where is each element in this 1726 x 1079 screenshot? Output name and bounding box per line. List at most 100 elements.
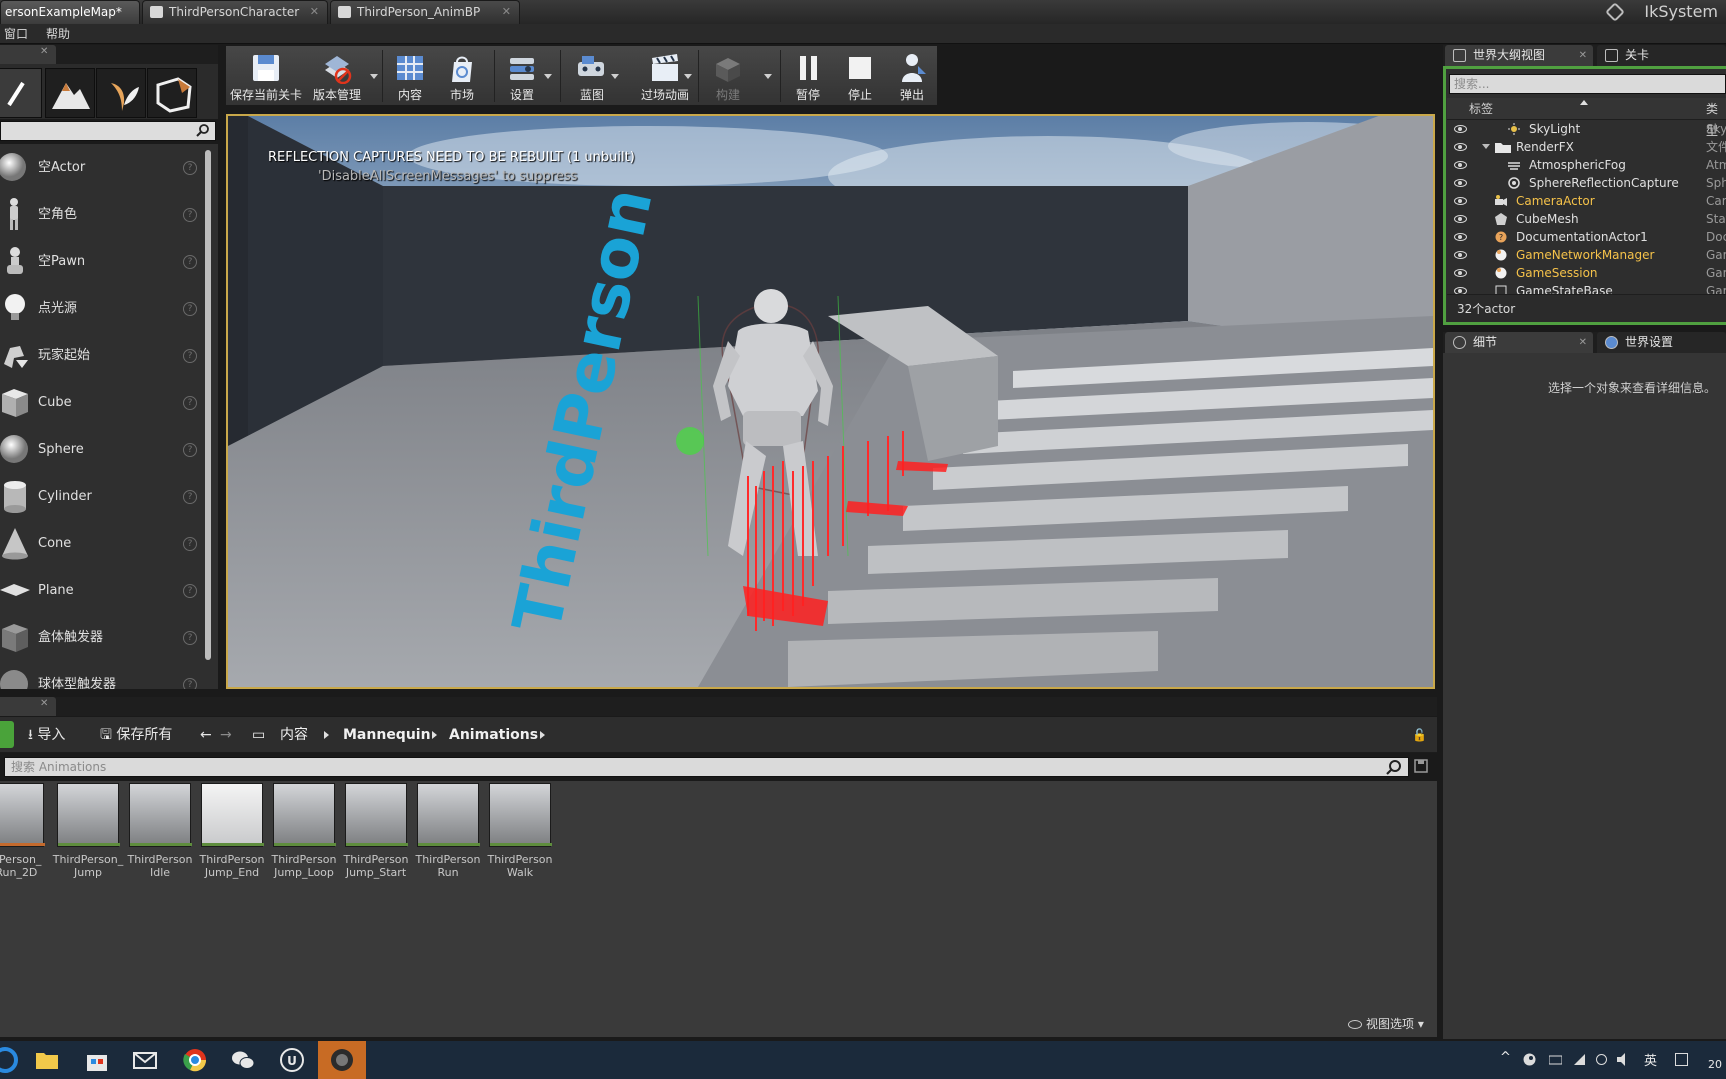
chevron-right-icon[interactable] [432, 731, 437, 739]
help-icon[interactable]: ? [183, 255, 197, 269]
foliage-mode-button[interactable] [96, 68, 146, 118]
place-item[interactable]: 玩家起始 ? [0, 332, 204, 379]
help-icon[interactable]: ? [183, 443, 197, 457]
close-icon[interactable]: ✕ [310, 1, 319, 23]
chevron-up-icon[interactable]: ^ [1500, 1050, 1511, 1065]
outliner-search-input[interactable]: 搜索... [1449, 74, 1726, 94]
ime-mode-icon[interactable] [1595, 1053, 1608, 1066]
chevron-right-icon[interactable] [324, 731, 329, 739]
help-icon[interactable]: ? [183, 349, 197, 363]
save-level-button[interactable]: 保存当前关卡 [228, 46, 304, 107]
eye-icon[interactable] [1454, 125, 1467, 133]
chevron-right-icon[interactable] [540, 731, 545, 739]
store-icon[interactable] [84, 1047, 110, 1073]
eye-icon[interactable] [1454, 161, 1467, 169]
content-button[interactable]: 内容 [384, 46, 436, 107]
eye-icon[interactable] [1454, 287, 1467, 294]
keyboard-icon[interactable] [1549, 1053, 1562, 1066]
close-icon[interactable]: ✕ [40, 698, 48, 709]
tab-thirdperson-character[interactable]: ThirdPersonCharacter ✕ [142, 0, 328, 24]
chevron-down-icon[interactable] [764, 74, 772, 79]
close-icon[interactable]: ✕ [1579, 45, 1587, 66]
file-explorer-icon[interactable] [34, 1047, 60, 1073]
eye-icon[interactable] [1454, 269, 1467, 277]
network-icon[interactable] [1573, 1053, 1586, 1066]
app-icon[interactable] [329, 1047, 355, 1073]
volume-icon[interactable] [1617, 1053, 1630, 1066]
back-button[interactable]: ← [200, 717, 212, 753]
help-icon[interactable]: ? [183, 678, 197, 689]
outliner-row[interactable]: RenderFX 文件 [1447, 138, 1726, 156]
lock-icon[interactable]: 🔓 [1412, 717, 1427, 753]
level-viewport[interactable]: ThirdPerson REFLECTION CAPTURES NEED TO … [226, 114, 1435, 689]
place-item[interactable]: 空Pawn ? [0, 238, 204, 285]
eye-icon[interactable] [1454, 143, 1467, 151]
chevron-down-icon[interactable] [684, 74, 692, 79]
input-language[interactable]: 英 [1644, 1050, 1657, 1069]
column-label[interactable]: 标签 [1469, 98, 1493, 120]
help-icon[interactable]: ? [183, 490, 197, 504]
eye-icon[interactable] [1454, 251, 1467, 259]
tab-world-outliner[interactable]: 世界大纲视图 ✕ [1445, 45, 1593, 66]
help-icon[interactable]: ? [183, 396, 197, 410]
breadcrumb-content[interactable]: 内容 [280, 717, 308, 753]
eye-icon[interactable] [1454, 179, 1467, 187]
asset-search-input[interactable]: 搜索 Animations [4, 757, 1409, 777]
place-mode-button[interactable] [0, 68, 42, 118]
breadcrumb-mannequin[interactable]: Mannequin [343, 717, 431, 753]
menu-window[interactable]: 窗口 [4, 24, 28, 44]
import-button[interactable]: ⭳ 导入 [28, 717, 65, 753]
stop-button[interactable]: 停止 [834, 46, 886, 107]
help-icon[interactable]: ? [183, 631, 197, 645]
clock[interactable]: 20 [1708, 1058, 1722, 1071]
place-item[interactable]: 球体型触发器 ? [0, 661, 204, 689]
place-list-scrollbar[interactable] [205, 150, 211, 660]
outliner-row[interactable]: GameStateBase Gam [1447, 282, 1726, 294]
place-item[interactable]: 盒体触发器 ? [0, 614, 204, 661]
help-icon[interactable]: ? [183, 208, 197, 222]
forward-button[interactable]: → [220, 717, 232, 753]
tab-map[interactable]: ersonExampleMap* [0, 0, 140, 24]
eye-icon[interactable] [1454, 233, 1467, 241]
tab-world-settings[interactable]: 世界设置 [1597, 332, 1726, 353]
outliner-row[interactable]: CameraActor Cam [1447, 192, 1726, 210]
landscape-mode-button[interactable] [45, 68, 95, 118]
place-item[interactable]: Cylinder ? [0, 473, 204, 520]
action-center-icon[interactable] [1675, 1053, 1688, 1066]
place-item[interactable]: 点光源 ? [0, 285, 204, 332]
outliner-row[interactable]: ? DocumentationActor1 Doc [1447, 228, 1726, 246]
tab-details[interactable]: 细节 ✕ [1445, 332, 1593, 353]
pause-button[interactable]: 暂停 [782, 46, 834, 107]
outliner-row[interactable]: GameNetworkManager Gam [1447, 246, 1726, 264]
eject-button[interactable]: 弹出 [886, 46, 938, 107]
edge-icon[interactable] [0, 1047, 18, 1073]
place-item[interactable]: Cube ? [0, 379, 204, 426]
settings-button[interactable]: 设置 [496, 46, 548, 107]
help-icon[interactable]: ? [183, 302, 197, 316]
save-search-icon[interactable] [1414, 759, 1428, 773]
chevron-down-icon[interactable] [544, 74, 552, 79]
close-icon[interactable]: ✕ [40, 46, 48, 57]
place-search-input[interactable] [0, 121, 216, 141]
place-item[interactable]: Cone ? [0, 520, 204, 567]
outliner-row[interactable]: SkyLight Skyl [1447, 120, 1726, 138]
outliner-row[interactable]: CubeMesh Stat [1447, 210, 1726, 228]
build-button[interactable]: 构建 [700, 46, 756, 107]
place-item[interactable]: 空角色 ? [0, 191, 204, 238]
wechat-icon[interactable] [230, 1047, 256, 1073]
chevron-down-icon[interactable] [611, 74, 619, 79]
add-new-button[interactable] [0, 721, 14, 748]
save-all-button[interactable]: 🖫 保存所有 [100, 717, 172, 753]
view-options-button[interactable]: 视图选项 ▾ [1348, 1015, 1424, 1032]
place-item[interactable]: 空Actor ? [0, 144, 204, 191]
help-icon[interactable]: ? [183, 537, 197, 551]
chevron-down-icon[interactable] [370, 74, 378, 79]
mail-icon[interactable] [132, 1047, 158, 1073]
outliner-row[interactable]: GameSession Gam [1447, 264, 1726, 282]
breadcrumb-animations[interactable]: Animations [449, 717, 538, 753]
marketplace-button[interactable]: 市场 [436, 46, 488, 107]
geometry-mode-button[interactable] [147, 68, 197, 118]
tab-levels[interactable]: 关卡 [1597, 45, 1726, 66]
chrome-icon[interactable] [182, 1047, 208, 1073]
menu-help[interactable]: 帮助 [46, 24, 70, 44]
